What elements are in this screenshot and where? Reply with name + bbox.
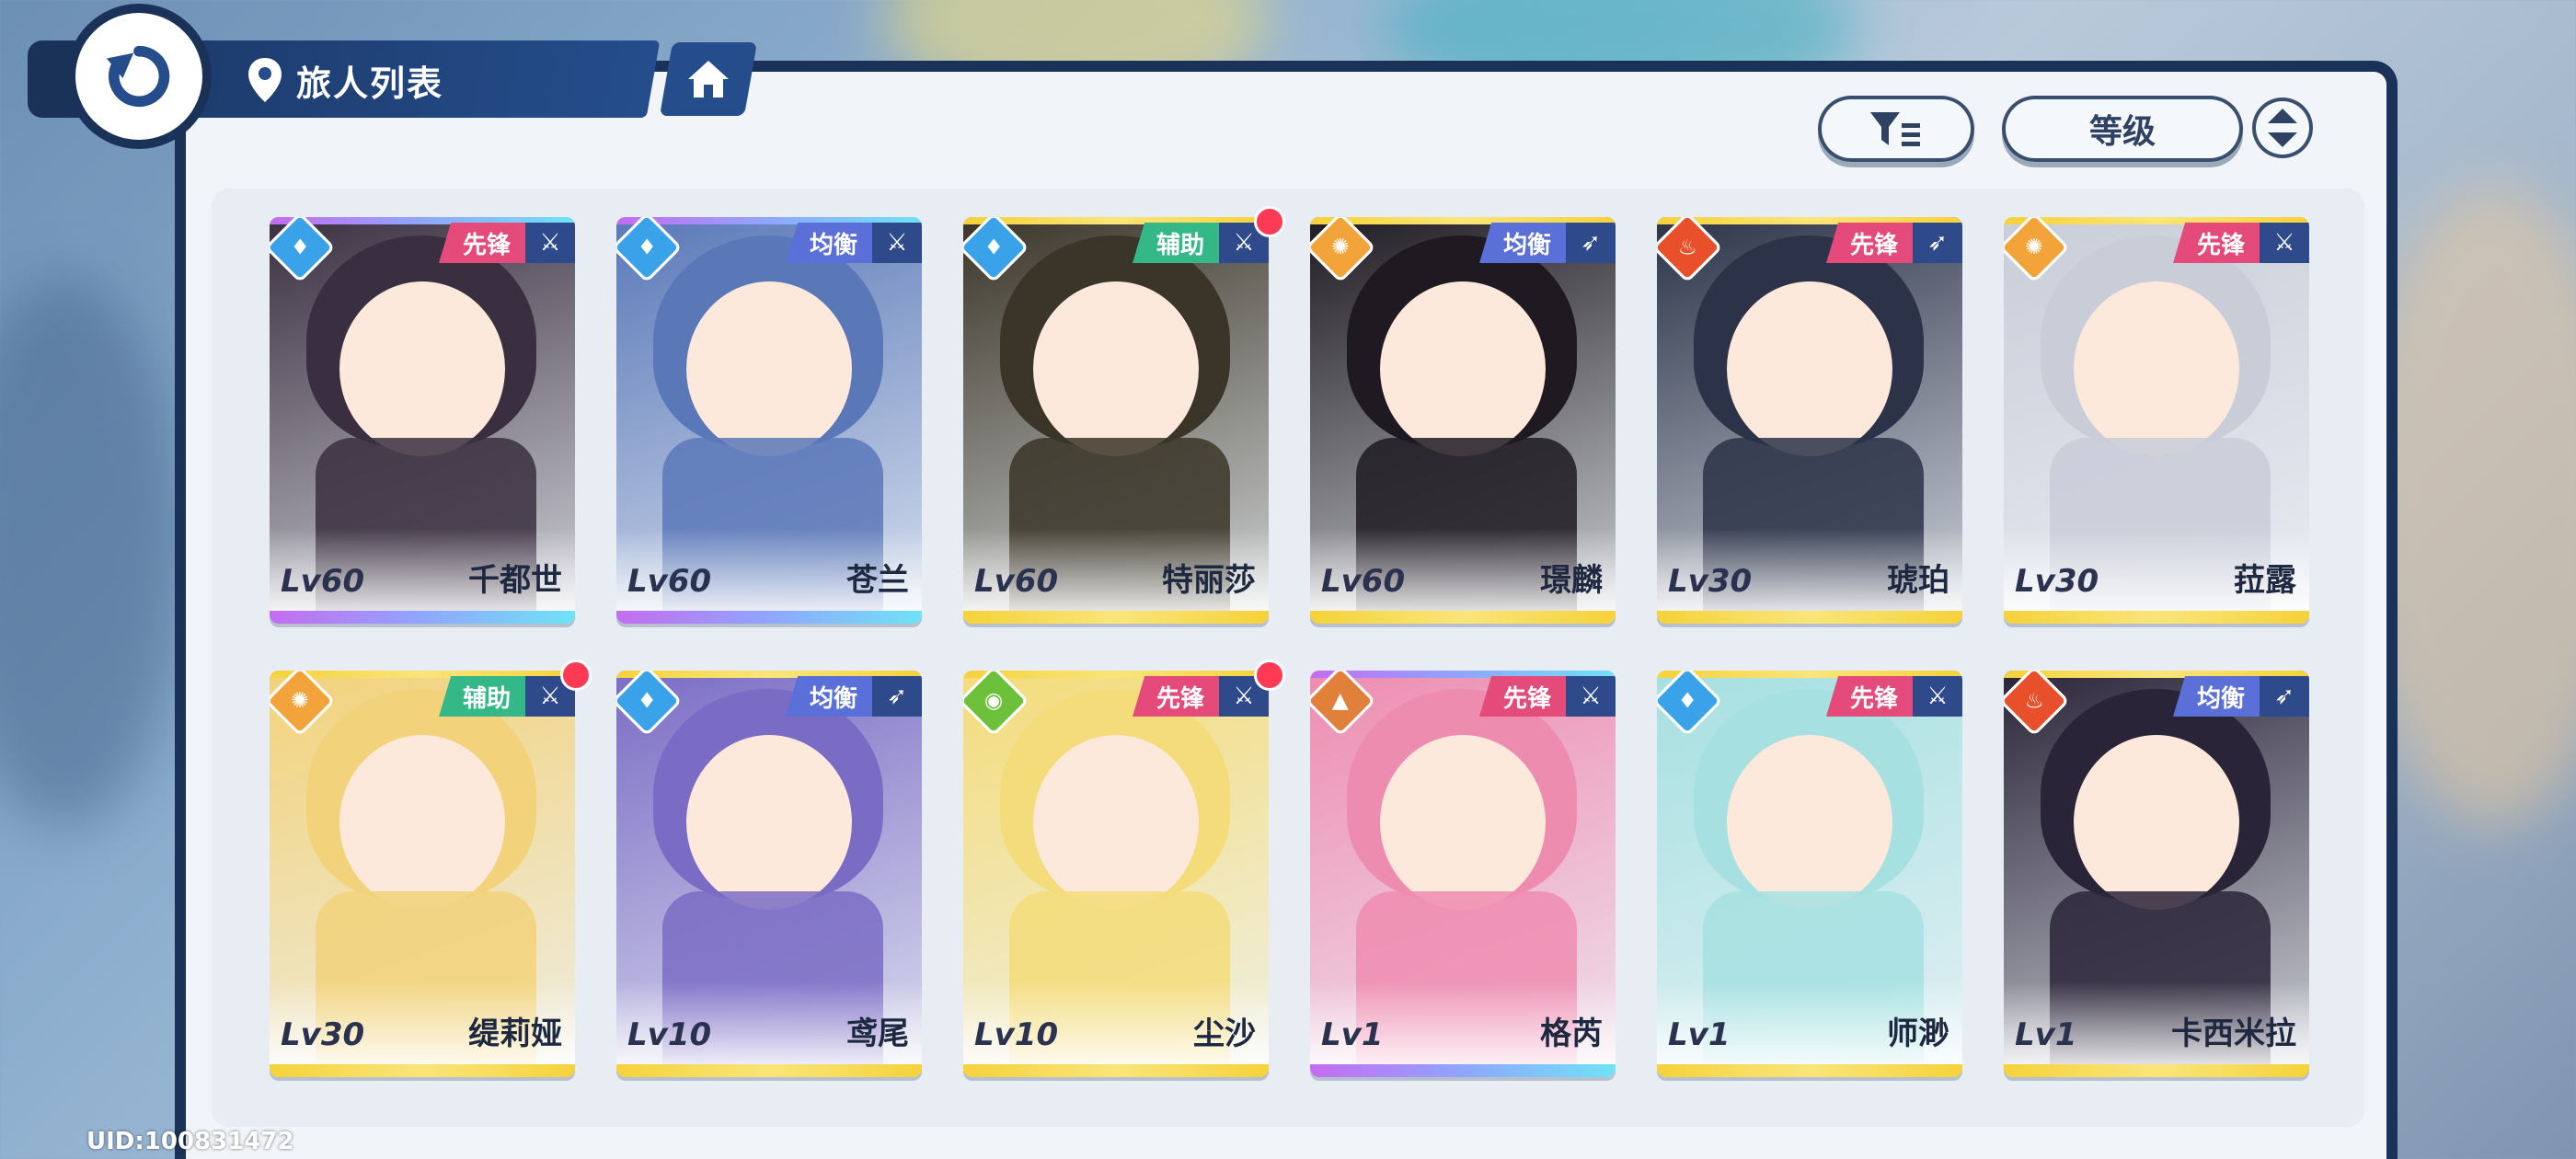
role-badge: 均衡 [785, 676, 872, 717]
card-rarity-stripe [270, 1064, 575, 1077]
sort-dropdown[interactable]: 等级 [2002, 96, 2243, 162]
character-level: Lv60 [974, 563, 1059, 600]
card-rarity-stripe [963, 1064, 1269, 1077]
sort-order-icon [2268, 109, 2297, 147]
page-title: 旅人列表 [296, 63, 444, 104]
role-badge: 辅助 [1132, 223, 1219, 263]
role-badge: 辅助 [438, 676, 525, 717]
card-rarity-stripe [1657, 611, 1962, 624]
character-card[interactable]: ✺ 均衡 ➶ Lv60 璟麟 [1310, 217, 1616, 624]
back-button[interactable] [75, 13, 202, 140]
sword-icon: ⚔ [1913, 676, 1962, 717]
card-rarity-stripe [270, 611, 575, 624]
character-name: 菈露 [2234, 562, 2296, 599]
new-notification-dot [1254, 206, 1285, 237]
character-name: 苍兰 [846, 562, 909, 599]
character-name: 格芮 [1540, 1016, 1603, 1052]
character-level: Lv30 [2015, 563, 2099, 600]
character-level: Lv30 [281, 1016, 365, 1053]
character-level: Lv60 [1321, 563, 1406, 600]
role-badge: 均衡 [1478, 223, 1566, 263]
sword-icon: ⚔ [872, 223, 922, 263]
character-name: 缇莉娅 [468, 1016, 562, 1052]
location-pin-icon [248, 58, 282, 102]
character-name: 特丽莎 [1162, 562, 1256, 599]
bow-icon: ➶ [1566, 223, 1616, 263]
character-level: Lv30 [1668, 563, 1753, 600]
sword-icon: ⚔ [1566, 676, 1616, 717]
character-card[interactable]: ✺ 先锋 ⚔ Lv30 菈露 [2004, 217, 2309, 624]
character-card[interactable]: ♦ 辅助 ⚔ Lv60 特丽莎 [963, 217, 1269, 624]
character-card[interactable]: ✺ 辅助 ⚔ Lv30 缇莉娅 [270, 671, 575, 1077]
role-badge: 均衡 [2172, 676, 2260, 717]
role-badge: 先锋 [1132, 676, 1219, 717]
new-notification-dot [1254, 660, 1285, 691]
card-rarity-stripe [2004, 1064, 2309, 1077]
card-rarity-stripe [1310, 1064, 1616, 1077]
character-card[interactable]: ♨ 均衡 ➶ Lv1 卡西米拉 [2004, 671, 2309, 1077]
character-name: 千都世 [468, 562, 562, 599]
character-level: Lv1 [1321, 1016, 1384, 1053]
sort-label: 等级 [2088, 113, 2156, 151]
character-level: Lv60 [627, 563, 712, 600]
card-rarity-stripe [616, 1064, 922, 1077]
sword-icon: ⚔ [525, 223, 575, 263]
uid-label: UID:100831472 [86, 1128, 294, 1155]
card-rarity-stripe [963, 611, 1269, 624]
card-rarity-stripe [1657, 1064, 1962, 1077]
filter-button[interactable] [1818, 96, 1974, 162]
character-name: 璟麟 [1540, 562, 1603, 599]
home-icon [688, 61, 729, 98]
character-card[interactable]: ♦ 先锋 ⚔ Lv60 千都世 [270, 217, 575, 624]
role-badge: 先锋 [438, 223, 525, 263]
sword-icon: ⚔ [2260, 223, 2309, 263]
bow-icon: ➶ [1913, 223, 1962, 263]
filter-icon [1870, 112, 1920, 146]
home-button[interactable] [659, 42, 758, 116]
character-name: 琥珀 [1887, 562, 1949, 599]
bow-icon: ➶ [2260, 676, 2309, 717]
card-rarity-stripe [616, 611, 922, 624]
page-title-group: 旅人列表 [247, 48, 443, 112]
role-badge: 均衡 [785, 223, 872, 263]
character-level: Lv1 [1668, 1016, 1731, 1053]
character-level: Lv1 [2015, 1016, 2077, 1053]
character-card[interactable]: ♨ 先锋 ➶ Lv30 琥珀 [1657, 217, 1962, 624]
card-rarity-stripe [1310, 611, 1616, 624]
role-badge: 先锋 [1825, 223, 1913, 263]
character-level: Lv60 [281, 563, 365, 600]
role-badge: 先锋 [1478, 676, 1566, 717]
character-card[interactable]: ♦ 均衡 ➶ Lv10 鸢尾 [616, 671, 922, 1077]
role-badge: 先锋 [1825, 676, 1913, 717]
new-notification-dot [560, 660, 592, 691]
character-level: Lv10 [974, 1016, 1059, 1053]
sort-order-button[interactable] [2252, 98, 2313, 158]
character-name: 卡西米拉 [2171, 1016, 2296, 1052]
character-name: 鸢尾 [846, 1016, 909, 1052]
character-card[interactable]: ♦ 先锋 ⚔ Lv1 师渺 [1657, 671, 1962, 1077]
character-card[interactable]: ◉ 先锋 ⚔ Lv10 尘沙 [963, 671, 1269, 1077]
character-name: 师渺 [1887, 1016, 1949, 1052]
role-badge: 先锋 [2172, 223, 2260, 263]
card-rarity-stripe [2004, 611, 2309, 624]
bow-icon: ➶ [872, 676, 922, 717]
back-arrow-icon [106, 45, 170, 108]
character-name: 尘沙 [1193, 1016, 1256, 1052]
character-card[interactable]: ♦ 均衡 ⚔ Lv60 苍兰 [616, 217, 922, 624]
character-level: Lv10 [627, 1016, 712, 1053]
character-card[interactable]: ▲ 先锋 ⚔ Lv1 格芮 [1310, 671, 1616, 1077]
